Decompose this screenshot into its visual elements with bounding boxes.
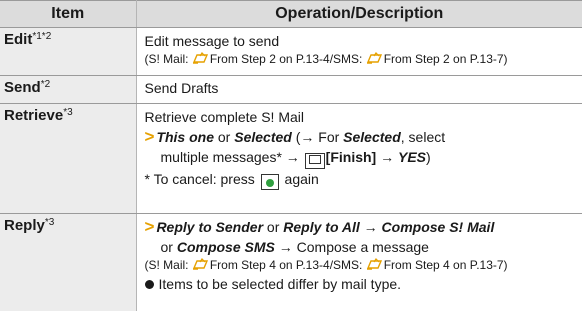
operations-table: Item Operation/Description Edit*1*2 Edit… bbox=[0, 0, 582, 311]
item-label: Edit bbox=[4, 31, 33, 48]
description-cell: Send Drafts bbox=[136, 75, 582, 104]
description-cell: Edit message to send (S! Mail: From Step… bbox=[136, 27, 582, 76]
table-header-row: Item Operation/Description bbox=[0, 0, 582, 28]
bullet-icon bbox=[144, 280, 154, 289]
table-row: Edit*1*2 Edit message to send (S! Mail: … bbox=[0, 27, 582, 76]
item-cell: Edit*1*2 bbox=[0, 27, 137, 76]
page-reference-icon bbox=[192, 258, 208, 270]
item-footnote: *3 bbox=[44, 217, 55, 228]
description-line: > Reply to Sender or Reply to All → Compo… bbox=[144, 217, 495, 236]
description-line: Send Drafts bbox=[144, 80, 219, 96]
item-label: Reply bbox=[4, 217, 45, 234]
header-operation: Operation/Description bbox=[136, 0, 582, 28]
item-cell: Retrieve*3 bbox=[0, 103, 137, 214]
table-row: Reply*3 > Reply to Sender or Reply to All… bbox=[0, 213, 582, 312]
table-row: Send*2 Send Drafts bbox=[0, 75, 582, 104]
reference-line: (S! Mail: From Step 4 on P.13-4/SMS: Fro… bbox=[144, 258, 508, 272]
description-line: > This one or Selected (→ For Selected, s… bbox=[144, 127, 446, 146]
item-label: Retrieve bbox=[4, 107, 64, 124]
reference-line: (S! Mail: From Step 2 on P.13-4/SMS: Fro… bbox=[144, 52, 508, 66]
step-arrow-icon: > bbox=[144, 217, 155, 236]
item-cell: Reply*3 bbox=[0, 213, 137, 311]
table-row: Retrieve*3 Retrieve complete S! Mail > Th… bbox=[0, 103, 582, 214]
page-reference-icon bbox=[366, 258, 382, 270]
item-footnote: *2 bbox=[40, 79, 51, 90]
page-reference-icon bbox=[192, 52, 208, 64]
step-arrow-icon: > bbox=[144, 127, 155, 146]
description-line: or Compose SMS → Compose a message bbox=[160, 239, 429, 255]
item-label: Send bbox=[4, 79, 41, 96]
item-footnote: *1*2 bbox=[32, 31, 52, 42]
mail-key-icon bbox=[304, 153, 325, 169]
page-reference-icon bbox=[366, 52, 382, 64]
description-line: Retrieve complete S! Mail bbox=[144, 109, 305, 125]
description-line: multiple messages* → [Finish] → YES) bbox=[145, 147, 582, 169]
description-cell: > Reply to Sender or Reply to All → Compo… bbox=[136, 214, 582, 312]
item-cell: Send*2 bbox=[0, 75, 137, 104]
center-key-icon bbox=[260, 174, 279, 190]
header-item: Item bbox=[0, 0, 137, 28]
description-cell: Retrieve complete S! Mail > This one or S… bbox=[136, 103, 582, 214]
description-line: Edit message to send bbox=[144, 33, 280, 49]
item-footnote: *3 bbox=[63, 107, 73, 118]
description-line: * To cancel: press again bbox=[145, 169, 582, 190]
note-line: Items to be selected differ by mail type… bbox=[144, 274, 582, 294]
